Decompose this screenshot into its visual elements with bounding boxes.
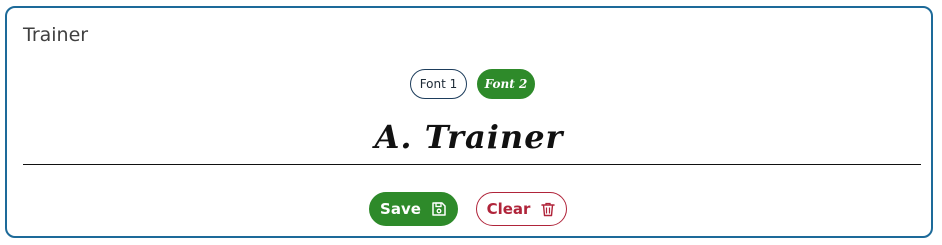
floppy-disk-icon	[432, 202, 446, 216]
font-selector: Font 1 Font 2	[410, 69, 535, 99]
clear-button[interactable]: Clear	[476, 192, 567, 226]
action-buttons: Save Clear	[369, 192, 567, 226]
card-title: Trainer	[23, 24, 89, 46]
signature-preview: A. Trainer	[374, 118, 564, 156]
save-button[interactable]: Save	[369, 192, 458, 226]
signature-line	[23, 164, 921, 165]
trash-icon	[541, 202, 556, 217]
signature-card: Trainer Font 1 Font 2 A. Trainer Save Cl…	[5, 6, 933, 238]
clear-label: Clear	[486, 200, 531, 218]
save-label: Save	[380, 200, 421, 218]
font-1-button[interactable]: Font 1	[410, 69, 467, 99]
font-2-button[interactable]: Font 2	[477, 69, 535, 99]
